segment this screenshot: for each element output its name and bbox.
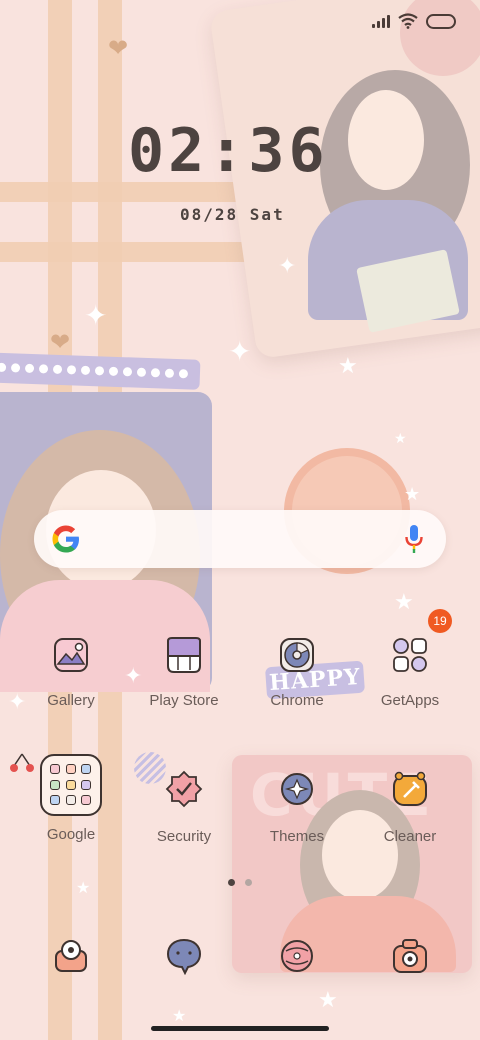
app-label: Gallery (47, 692, 95, 709)
app-chrome[interactable]: Chrome (249, 636, 345, 709)
app-label: Google (46, 826, 96, 843)
page-indicator[interactable] (228, 879, 252, 886)
app-label: Chrome (270, 692, 324, 709)
getapps-icon (393, 638, 427, 672)
page-dot-active[interactable] (228, 879, 235, 886)
app-security[interactable]: Security (136, 770, 232, 845)
app-cleaner[interactable]: Cleaner (362, 770, 458, 845)
signal-icon (372, 14, 390, 28)
app-themes[interactable]: Themes (249, 770, 345, 845)
app-label: Cleaner (383, 828, 437, 845)
google-g-icon (52, 525, 79, 553)
app-folder-google[interactable]: Google (23, 754, 119, 843)
wallpaper-tape (0, 352, 201, 390)
clock-time[interactable]: 02:36 (128, 114, 368, 188)
heart-icon: ❤ (108, 34, 129, 62)
dock-phone[interactable] (23, 937, 119, 975)
app-label: GetApps (380, 692, 440, 709)
sparkle-icon: ✦ (278, 254, 297, 279)
wifi-icon (398, 13, 418, 29)
google-folder-icon (40, 754, 102, 816)
dock-messages[interactable] (136, 937, 232, 975)
cleaner-icon (393, 771, 427, 806)
battery-icon (426, 13, 456, 29)
notification-badge: 19 (428, 609, 452, 633)
themes-icon (281, 773, 313, 805)
google-search-bar[interactable] (34, 510, 446, 568)
dock-browser[interactable] (249, 937, 345, 975)
browser-icon (281, 940, 313, 972)
app-play-store[interactable]: Play Store (136, 636, 232, 709)
camera-icon (393, 939, 427, 973)
app-label: Themes (269, 828, 325, 845)
app-getapps[interactable]: GetApps (362, 636, 458, 709)
dock-camera[interactable] (362, 937, 458, 975)
sparkle-icon: ★ (76, 878, 91, 897)
phone-icon (55, 940, 87, 972)
sparkle-icon: ★ (318, 988, 338, 1013)
chrome-icon (280, 638, 314, 672)
clock-date[interactable]: 08/28 Sat (180, 204, 285, 226)
home-indicator[interactable] (151, 1026, 329, 1031)
gallery-icon (54, 638, 88, 672)
mic-icon[interactable] (404, 524, 424, 554)
sparkle-icon: ★ (404, 484, 421, 505)
app-gallery[interactable]: Gallery (23, 636, 119, 709)
messages-icon (166, 938, 202, 975)
play-store-icon (167, 637, 201, 673)
wallpaper-stripe (0, 242, 270, 262)
sparkle-icon: ★ (394, 431, 407, 447)
sparkle-icon: ★ (394, 590, 414, 615)
app-label: Security (156, 828, 212, 845)
security-icon (165, 770, 203, 808)
sparkle-icon: ★ (172, 1006, 187, 1025)
app-label: Play Store (149, 692, 219, 709)
heart-icon: ❤ (50, 328, 71, 356)
sparkle-icon: ✦ (84, 299, 108, 332)
status-bar (372, 10, 456, 32)
sparkle-icon: ★ (338, 354, 358, 379)
sparkle-icon: ✦ (228, 335, 252, 368)
page-dot[interactable] (245, 879, 252, 886)
